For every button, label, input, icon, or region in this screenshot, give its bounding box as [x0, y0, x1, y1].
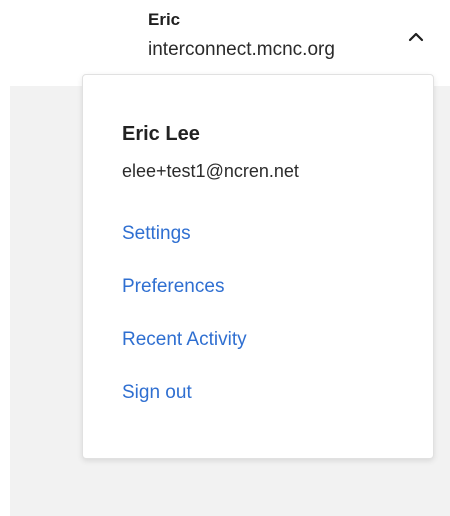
- menu-item-sign-out[interactable]: Sign out: [122, 382, 192, 404]
- account-dropdown-menu: Eric Lee elee+test1@ncren.net Settings P…: [82, 74, 434, 459]
- chevron-up-icon[interactable]: [406, 28, 426, 44]
- menu-item-settings[interactable]: Settings: [122, 223, 191, 245]
- screen: Eric interconnect.mcnc.org Eric Lee elee…: [0, 0, 450, 516]
- user-email: elee+test1@ncren.net: [122, 161, 299, 181]
- user-full-name: Eric Lee: [122, 123, 200, 145]
- account-organization: interconnect.mcnc.org: [148, 39, 335, 60]
- account-short-name: Eric: [148, 10, 181, 29]
- account-menu-toggle[interactable]: Eric interconnect.mcnc.org: [140, 6, 440, 70]
- menu-item-preferences[interactable]: Preferences: [122, 276, 224, 298]
- menu-item-recent-activity[interactable]: Recent Activity: [122, 329, 247, 351]
